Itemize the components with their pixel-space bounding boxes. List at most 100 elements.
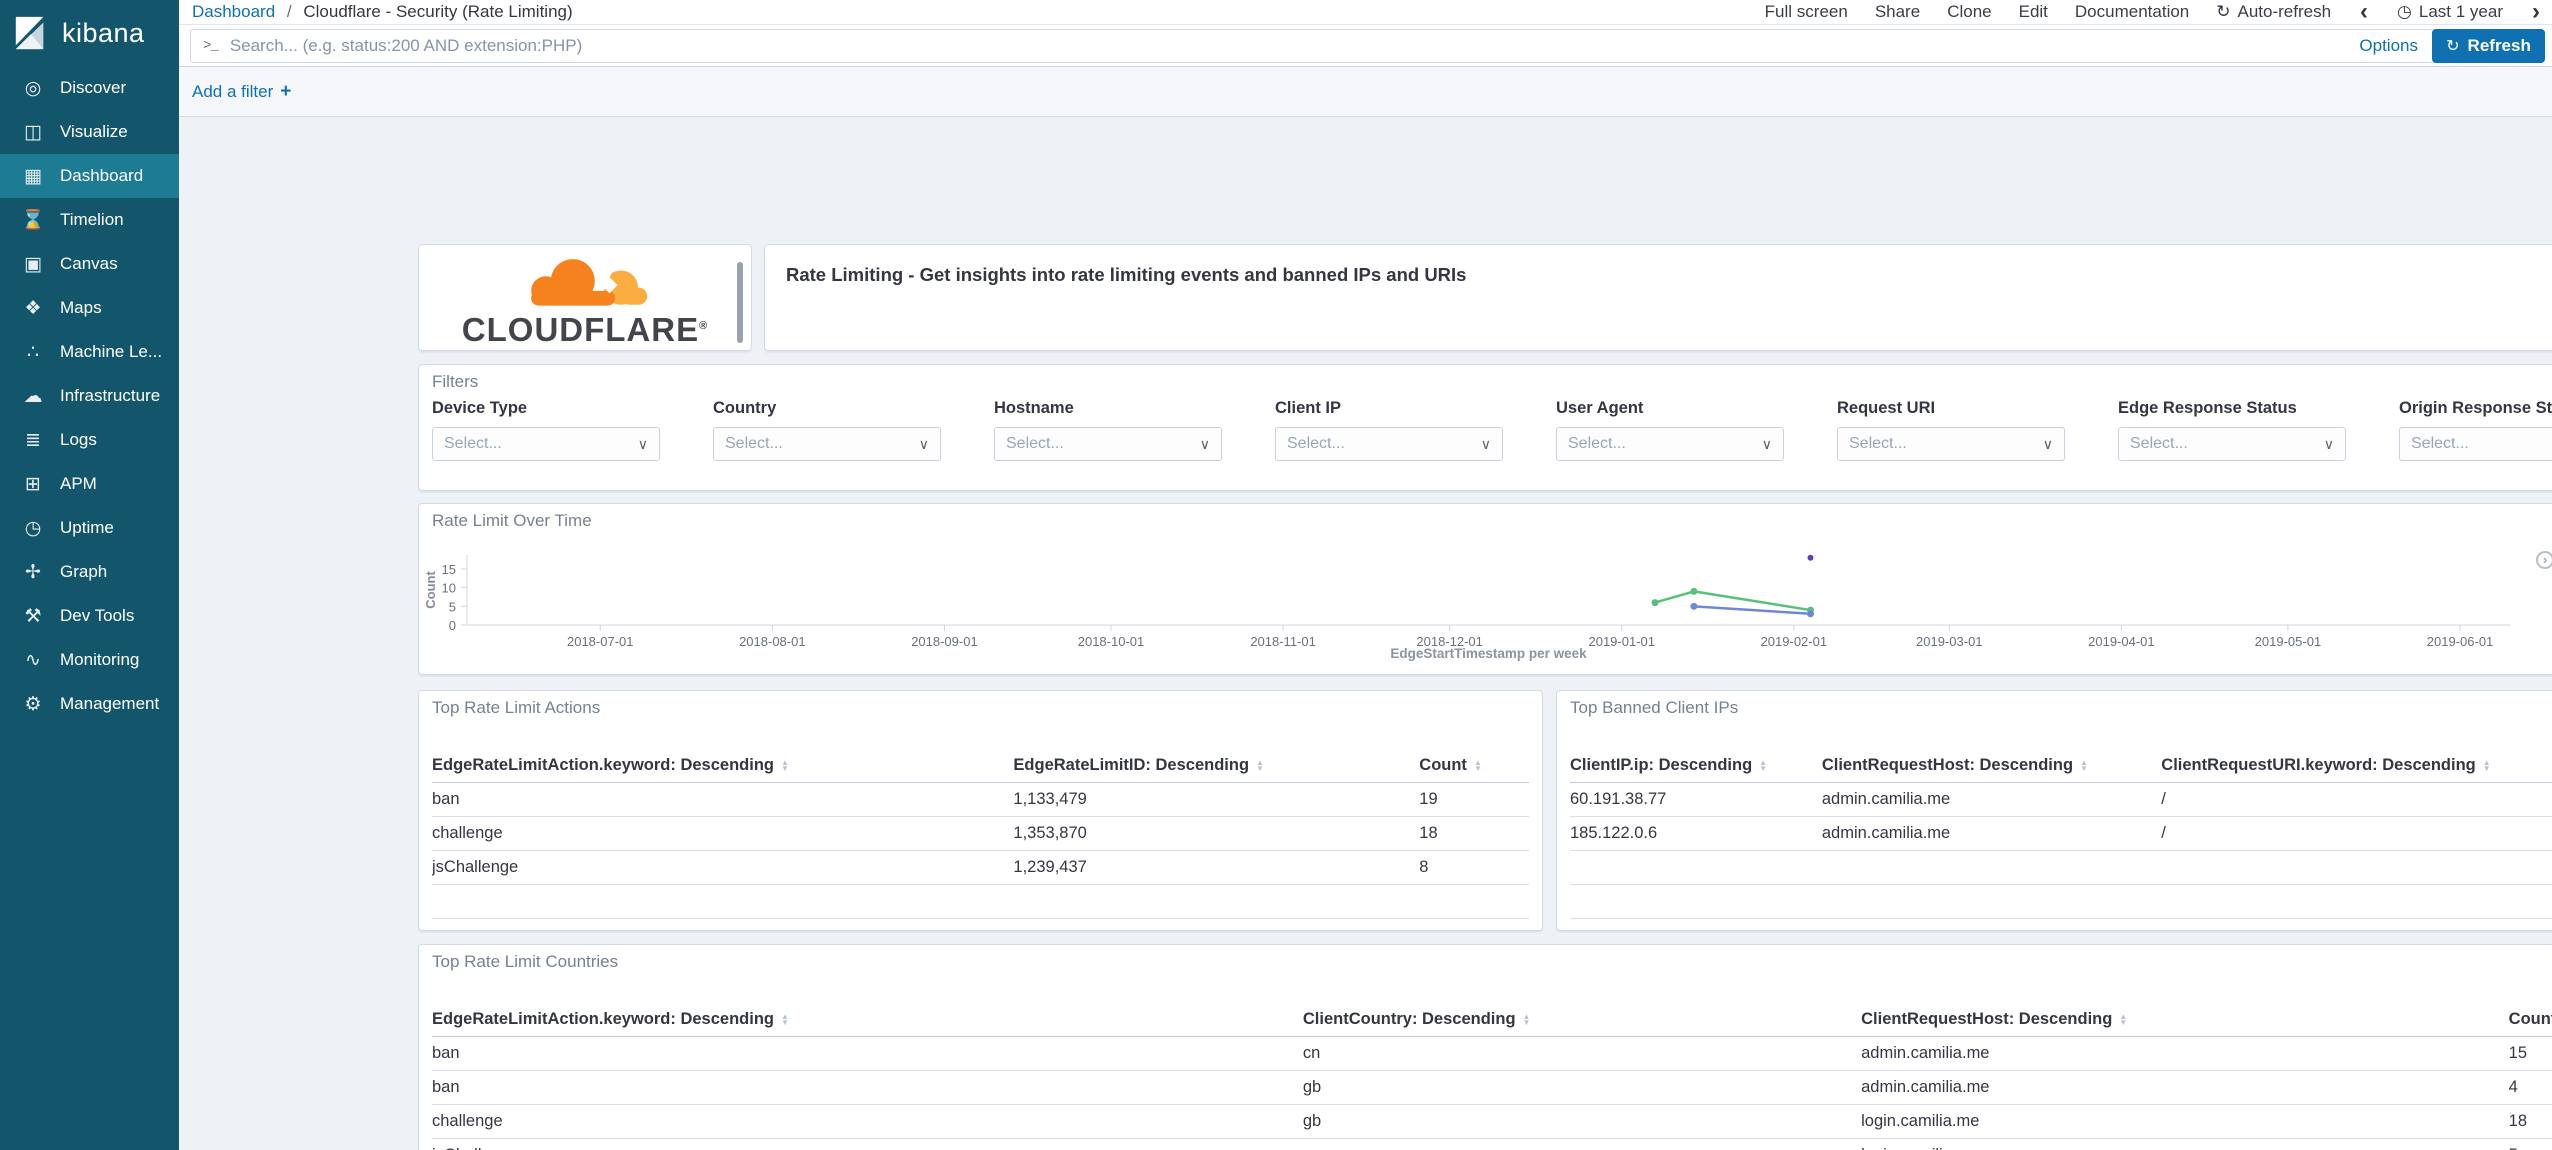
rate-limit-over-time-panel: Rate Limit Over Time 0 5 10 15 2018-07-01 201…	[418, 503, 2552, 675]
column-header[interactable]: EdgeRateLimitID: Descending ▲ ▼	[1013, 756, 1419, 775]
dashboard-description: Rate Limiting - Get insights into rate l…	[786, 264, 1467, 285]
column-header-label: EdgeRateLimitAction.keyword: Descending	[432, 756, 774, 774]
panel-scrollbar[interactable]	[737, 262, 743, 343]
svg-text:2018-07-01: 2018-07-01	[567, 634, 634, 649]
sidebar-item-monitoring[interactable]: ∿ Monitoring	[0, 638, 179, 682]
panel-title: Filters	[432, 372, 479, 391]
filter-select-hostname[interactable]: Select... ∨	[994, 427, 1222, 461]
filter-controls-row: Device Type Select... ∨ Country Select... ∨ Ho…	[432, 399, 2552, 461]
column-header[interactable]: ClientRequestURI.keyword: Descending ▲ ▼	[2161, 756, 2552, 775]
filter-label: Hostname	[994, 399, 1074, 417]
table-row: ban cn admin.camilia.me 15	[432, 1037, 2552, 1071]
svg-text:2019-05-01: 2019-05-01	[2255, 634, 2322, 649]
sidebar-item-apm[interactable]: ⊞ APM	[0, 462, 179, 506]
svg-text:2019-04-01: 2019-04-01	[2088, 634, 2155, 649]
refresh-button-label: Refresh	[2467, 36, 2531, 55]
column-header[interactable]: ClientCountry: Descending ▲ ▼	[1303, 1010, 1861, 1029]
column-header-label: Count	[2508, 1010, 2552, 1028]
query-options-link[interactable]: Options	[2359, 36, 2418, 56]
filter-label: Client IP	[1275, 399, 1342, 417]
sidebar-item-timelion[interactable]: ⌛ Timelion	[0, 198, 179, 242]
sidebar-item-uptime[interactable]: ◷ Uptime	[0, 506, 179, 550]
svg-text:2018-11-01: 2018-11-01	[1250, 634, 1316, 649]
sidebar-item-management[interactable]: ⚙ Management	[0, 682, 179, 726]
sidebar-item-label: Management	[60, 694, 160, 713]
management-icon: ⚙	[24, 693, 42, 715]
sidebar-item-graph[interactable]: ✢ Graph	[0, 550, 179, 594]
graph-icon: ✢	[25, 561, 41, 583]
filter-label: Request URI	[1837, 399, 1936, 417]
table-cell: ban	[432, 1078, 460, 1096]
sidebar-item-label: Machine Le...	[60, 342, 163, 361]
sidebar-item-dashboard[interactable]: ▦ Dashboard	[0, 154, 179, 198]
column-header[interactable]: Count▲▼	[1419, 756, 1529, 775]
sidebar-item-label: Dev Tools	[60, 606, 135, 625]
svg-text:2019-06-01: 2019-06-01	[2427, 634, 2494, 649]
menu-item-share[interactable]: Share	[1875, 2, 1920, 22]
chart-legend: › banjsChallengechallenge	[2536, 548, 2552, 626]
sort-desc-icon: ▼	[1759, 763, 1768, 773]
menu-item-edit[interactable]: Edit	[2019, 2, 2048, 22]
sidebar-item-label: Visualize	[60, 122, 128, 141]
column-header[interactable]: EdgeRateLimitAction.keyword: Descending ▲…	[432, 1010, 1303, 1029]
menu-item-full-screen[interactable]: Full screen	[1765, 2, 1848, 22]
filter-select-device-type[interactable]: Select... ∨	[432, 427, 660, 461]
table-cell: 60.191.38.77	[1570, 790, 1667, 808]
sidebar-item-logs[interactable]: ≣ Logs	[0, 418, 179, 462]
auto-refresh-label: Auto-refresh	[2237, 2, 2332, 21]
sidebar-item-infrastructure[interactable]: ☁ Infrastructure	[0, 374, 179, 418]
top-rate-limit-countries-panel: Top Rate Limit Countries EdgeRateLimitAc…	[418, 944, 2552, 1150]
column-header-label: ClientCountry: Descending	[1302, 1010, 1516, 1028]
select-placeholder: Select...	[1849, 435, 1907, 452]
auto-refresh-button[interactable]: ↻ Auto-refresh	[2216, 2, 2331, 22]
sidebar-item-dev-tools[interactable]: ⚒ Dev Tools	[0, 594, 179, 638]
table-cell: 15	[2508, 1044, 2528, 1062]
column-header[interactable]: EdgeRateLimitAction.keyword: Descending ▲…	[432, 756, 1013, 775]
kibana-logo-text: kibana	[62, 17, 145, 48]
column-header-label: EdgeRateLimitID: Descending	[1013, 756, 1250, 774]
sort-desc-icon: ▼	[780, 763, 789, 773]
time-range-picker[interactable]: ◷ Last 1 year	[2397, 2, 2503, 22]
filter-select-country[interactable]: Select... ∨	[713, 427, 941, 461]
breadcrumb-separator: /	[286, 2, 292, 21]
table-cell: admin.camilia.me	[1861, 1044, 1990, 1062]
time-range-forward-icon[interactable]: ›	[2530, 0, 2542, 24]
menu-item-documentation[interactable]: Documentation	[2075, 2, 2189, 22]
filter-select-user-agent[interactable]: Select... ∨	[1556, 427, 1784, 461]
sidebar-item-visualize[interactable]: ◫ Visualize	[0, 110, 179, 154]
filter-select-origin-response-status[interactable]: Select...∨	[2399, 427, 2552, 461]
sidebar-item-discover[interactable]: ◎ Discover	[0, 66, 179, 110]
refresh-button[interactable]: ↻ Refresh	[2432, 29, 2545, 63]
dashboard-icon: ▦	[24, 165, 42, 187]
filters-panel: Filters Device Type Select... ∨ Country Sele…	[418, 364, 2552, 491]
table-cell: ban	[432, 790, 460, 808]
column-header[interactable]: ClientRequestHost: Descending ▲ ▼	[1822, 756, 2161, 775]
add-filter-label: Add a filter	[192, 81, 274, 101]
time-range-back-icon[interactable]: ‹	[2358, 0, 2370, 24]
table-cell: cn	[1303, 1146, 1861, 1150]
sidebar-item-canvas[interactable]: ▣ Canvas	[0, 242, 179, 286]
breadcrumb-dashboard-link[interactable]: Dashboard	[192, 2, 275, 21]
column-header[interactable]: ClientRequestHost: Descending ▲ ▼	[1861, 1010, 2509, 1029]
filter-group-device-type: Device Type Select... ∨	[432, 399, 713, 461]
sidebar-item-label: Maps	[60, 298, 102, 317]
column-header[interactable]: Count▲▼	[2509, 1010, 2552, 1029]
kibana-logo[interactable]: kibana	[0, 0, 179, 66]
sidebar-item-maps[interactable]: ❖ Maps	[0, 286, 179, 330]
legend-toggle-icon[interactable]: ›	[2536, 551, 2552, 569]
add-filter-button[interactable]: Add a filter +	[192, 81, 291, 103]
table-cell: gb	[1302, 1112, 1322, 1130]
filter-select-edge-response-status[interactable]: Select... ∨	[2118, 427, 2346, 461]
sidebar: kibana ◎ Discover ◫ Visualize ▦ Dashboard ⌛ Tim…	[0, 0, 179, 1150]
table-row: 185.122.0.6admin.camilia.me/4	[1570, 817, 2552, 851]
table-cell: 1,353,870	[1013, 824, 1087, 842]
sort-icon: ▲ ▼	[1523, 1012, 1531, 1026]
column-header[interactable]: ClientIP.ip: Descending ▲ ▼	[1570, 756, 1822, 775]
refresh-cycle-icon: ↻	[2216, 2, 2231, 21]
search-input[interactable]	[229, 36, 2360, 56]
filter-select-request-uri[interactable]: Select... ∨	[1837, 427, 2065, 461]
sidebar-item-machine-learning[interactable]: ∴ Machine Le...	[0, 330, 179, 374]
breadcrumb-current-page: Cloudflare - Security (Rate Limiting)	[303, 2, 573, 21]
menu-item-clone[interactable]: Clone	[1947, 2, 1991, 22]
filter-select-client-ip[interactable]: Select... ∨	[1275, 427, 1503, 461]
